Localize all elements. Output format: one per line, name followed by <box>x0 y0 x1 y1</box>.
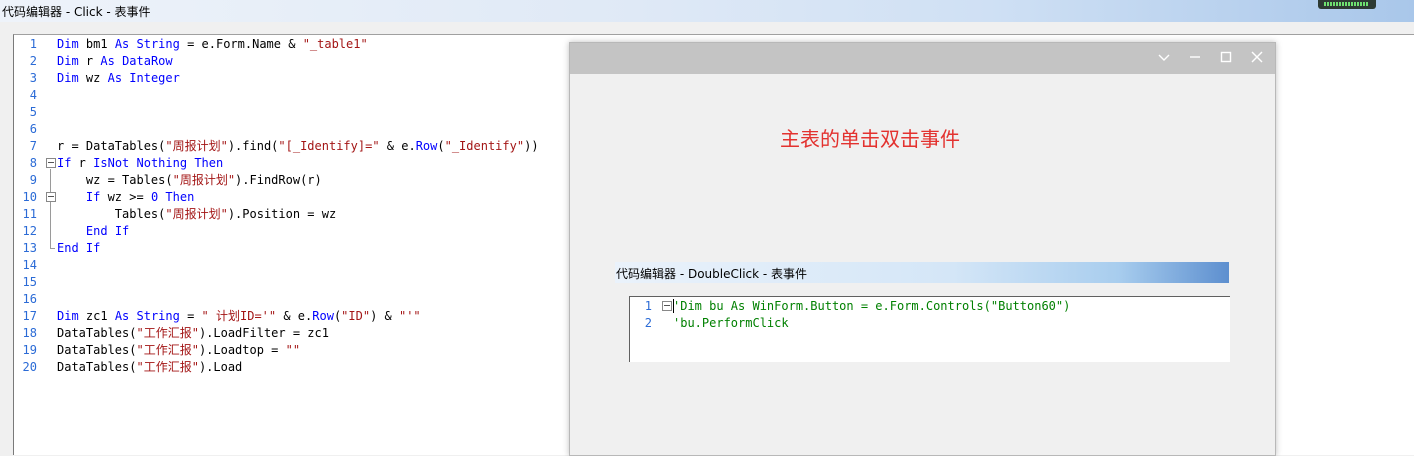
fold-toggle-icon[interactable] <box>46 192 56 202</box>
line-number: 13 <box>22 241 37 255</box>
form-window[interactable]: 主表的单击双击事件 代码编辑器 - DoubleClick - 表事件 1 'Di… <box>569 42 1276 456</box>
window-title: 代码编辑器 - Click - 表事件 <box>2 5 151 19</box>
line-number: 8 <box>29 156 37 170</box>
form-window-chrome[interactable] <box>570 43 1275 74</box>
line-number: 15 <box>22 275 37 289</box>
code-text: Tables("周报计划").Position = wz <box>57 207 337 221</box>
chevron-down-icon[interactable] <box>1155 50 1173 68</box>
code-text: DataTables("工作汇报").LoadFilter = zc1 <box>57 326 329 340</box>
line-number: 6 <box>29 122 37 136</box>
line-number: 2 <box>29 54 37 68</box>
code-text: Dim wz As Integer <box>57 71 180 85</box>
code-text: 'Dim bu As WinForm.Button = e.Form.Contr… <box>673 299 1071 313</box>
minimize-icon[interactable] <box>1186 50 1204 68</box>
fold-guide <box>50 169 51 248</box>
line-number: 14 <box>22 258 37 272</box>
line-number: 4 <box>29 88 37 102</box>
line-number: 7 <box>29 139 37 153</box>
line-number: 20 <box>22 360 37 374</box>
fold-toggle-icon[interactable] <box>46 158 56 168</box>
code-text: DataTables("工作汇报").Load <box>57 360 243 374</box>
code-text: DataTables("工作汇报").Loadtop = "" <box>57 343 301 357</box>
code-text: End If <box>57 241 101 255</box>
close-icon[interactable] <box>1248 50 1266 68</box>
line-number: 1 <box>644 299 652 313</box>
form-heading: 主表的单击双击事件 <box>780 127 960 151</box>
line-number: 12 <box>22 224 37 238</box>
sub-editor-title-bar[interactable]: 代码编辑器 - DoubleClick - 表事件 <box>615 262 1229 283</box>
line-number: 2 <box>644 316 652 330</box>
status-meter <box>1318 0 1376 9</box>
line-number: 18 <box>22 326 37 340</box>
code-text: If r IsNot Nothing Then <box>57 156 224 170</box>
code-text: wz = Tables("周报计划").FindRow(r) <box>57 173 322 187</box>
line-number: 3 <box>29 71 37 85</box>
code-text: 'bu.PerformClick <box>673 316 789 330</box>
line-number: 5 <box>29 105 37 119</box>
main-title-bar[interactable]: 代码编辑器 - Click - 表事件 <box>0 0 1414 22</box>
line-number: 11 <box>22 207 37 221</box>
code-text: Dim bm1 As String = e.Form.Name & "_tabl… <box>57 37 368 51</box>
line-number: 1 <box>29 37 37 51</box>
line-number: 19 <box>22 343 37 357</box>
sub-editor-title: 代码编辑器 - DoubleClick - 表事件 <box>616 267 808 281</box>
fold-toggle-icon[interactable] <box>662 301 672 311</box>
line-number: 16 <box>22 292 37 306</box>
code-text: End If <box>85 224 130 238</box>
line-number: 9 <box>29 173 37 187</box>
code-text: r = DataTables("周报计划").find("[_Identify]… <box>57 139 539 153</box>
code-text: If wz >= 0 Then <box>85 190 195 204</box>
line-number: 10 <box>22 190 37 204</box>
sub-code-editor[interactable]: 1 'Dim bu As WinForm.Button = e.Form.Cont… <box>629 296 1230 362</box>
code-text: Dim zc1 As String = " 计划ID='" & e.Row("I… <box>57 309 421 323</box>
maximize-icon[interactable] <box>1217 50 1235 68</box>
code-text: Dim r As DataRow <box>57 54 173 68</box>
line-number: 17 <box>22 309 37 323</box>
